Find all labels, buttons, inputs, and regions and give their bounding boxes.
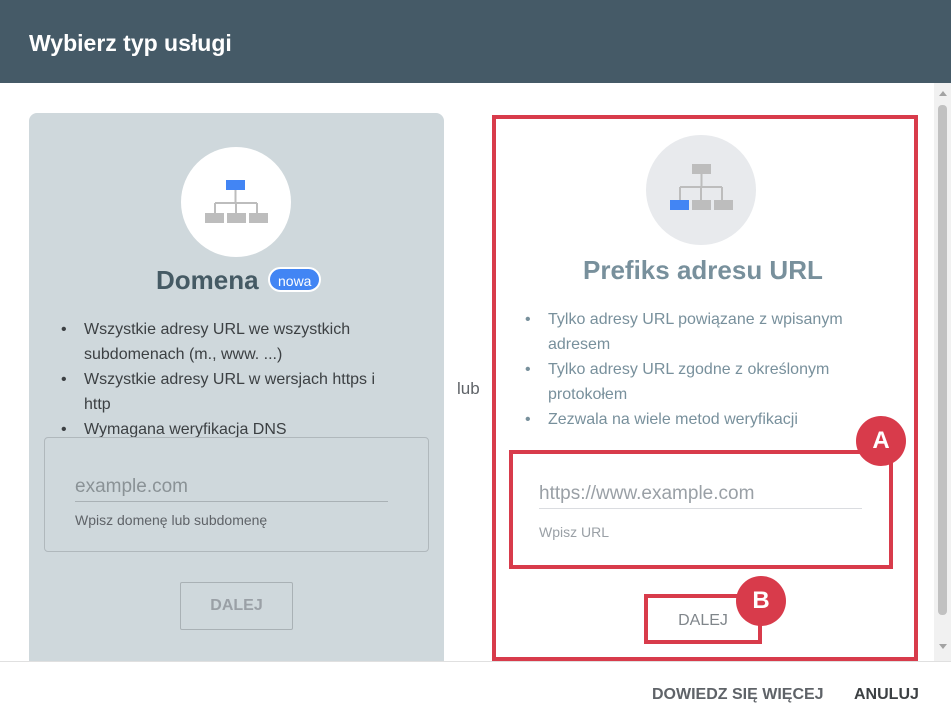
scroll-up-arrow-icon[interactable] bbox=[939, 91, 947, 96]
domain-card: Domena nowa Wszystkie adresy URL we wszy… bbox=[29, 113, 444, 661]
scrollbar-thumb[interactable] bbox=[938, 105, 947, 615]
annotation-marker-b: B bbox=[736, 576, 786, 626]
dialog-footer: DOWIEDZ SIĘ WIĘCEJ ANULUJ bbox=[0, 661, 951, 721]
scroll-down-arrow-icon[interactable] bbox=[939, 644, 947, 649]
new-badge: nowa bbox=[268, 267, 322, 292]
highlight-url-input bbox=[509, 450, 893, 569]
annotation-marker-a: A bbox=[856, 416, 906, 466]
or-separator: lub bbox=[457, 379, 480, 398]
list-item: Wszystkie adresy URL w wersjach https i … bbox=[61, 367, 401, 417]
list-item: Wszystkie adresy URL we wszystkich subdo… bbox=[61, 317, 401, 367]
learn-more-button[interactable]: DOWIEDZ SIĘ WIĘCEJ bbox=[652, 686, 824, 704]
dialog-title: Wybierz typ usługi bbox=[29, 30, 232, 56]
highlight-url-prefix-card bbox=[492, 115, 918, 661]
domain-next-button[interactable]: DALEJ bbox=[180, 582, 293, 630]
dialog-header: Wybierz typ usługi bbox=[0, 0, 951, 83]
sitemap-top-highlight-icon bbox=[205, 180, 268, 223]
domain-feature-list: Wszystkie adresy URL we wszystkich subdo… bbox=[61, 317, 401, 442]
domain-input-box: Wpisz domenę lub subdomenę bbox=[44, 437, 429, 552]
content-scrollbar[interactable] bbox=[934, 83, 951, 661]
cancel-button[interactable]: ANULUJ bbox=[854, 686, 919, 704]
domain-card-title: Domena bbox=[156, 265, 259, 295]
domain-icon-circle bbox=[181, 147, 291, 257]
domain-input[interactable] bbox=[75, 472, 388, 502]
domain-input-hint: Wpisz domenę lub subdomenę bbox=[75, 512, 268, 528]
